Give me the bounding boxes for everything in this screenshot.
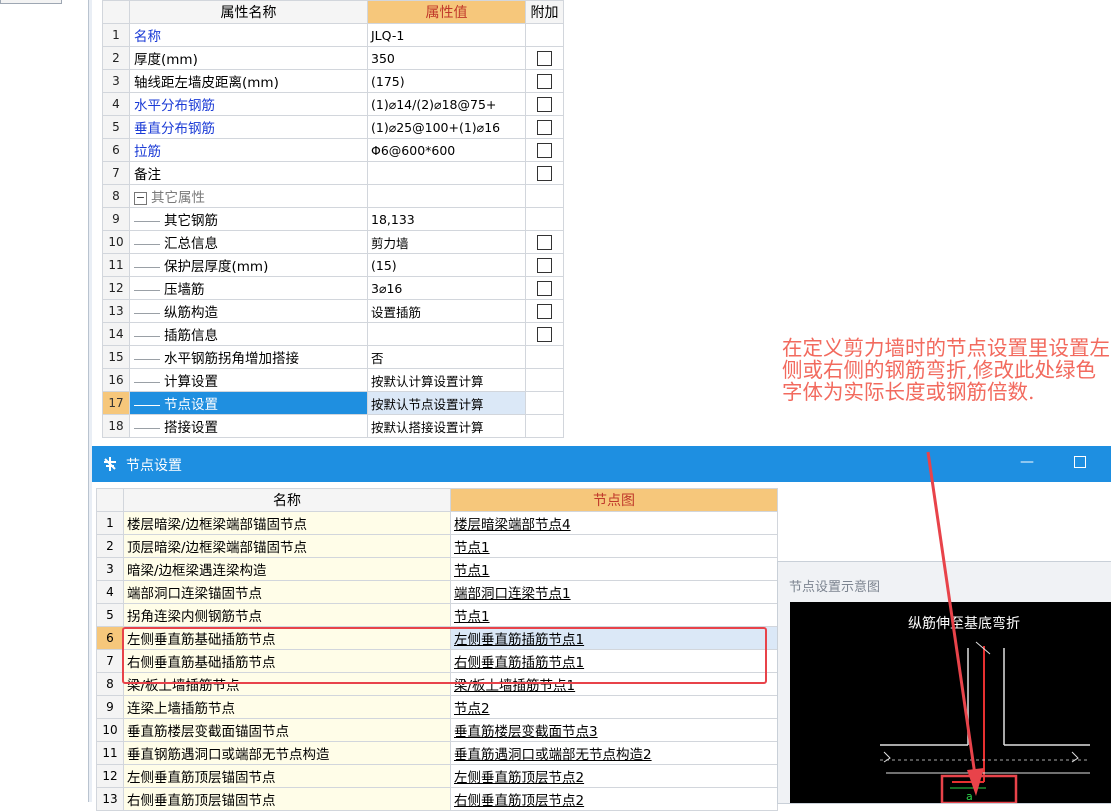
annotation-arrow: [926, 451, 984, 796]
